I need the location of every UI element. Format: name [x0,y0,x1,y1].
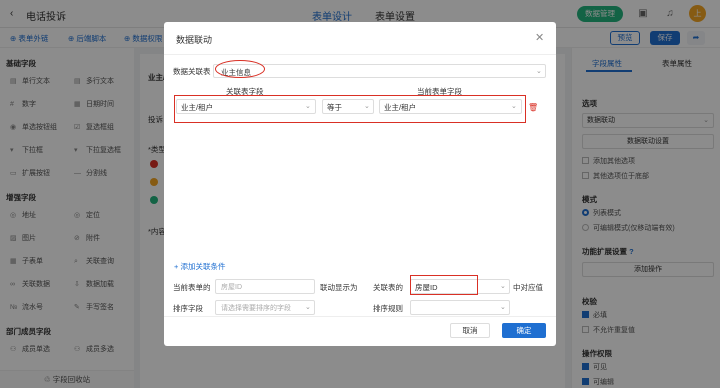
confirm-button[interactable]: 确定 [502,323,546,338]
current-table-prefix: 当前表单的 [173,283,211,292]
corresponding-label: 中对应值 [513,283,543,292]
dialog-divider [164,54,556,55]
current-field-placeholder: 房屋ID [221,284,242,291]
data-linkage-dialog: 数据联动 ✕ 数据关联表 业主信息 ⌄ 关联表字段 当前表单字段 业主/租户 ⌄… [164,22,556,346]
annotation-ellipse [215,60,265,78]
sort-field-label: 排序字段 [173,304,203,313]
sort-field-placeholder: 请选择需要排序的字段 [221,305,291,312]
trash-icon[interactable]: 🗑 [528,103,538,112]
annotation-rect-field [410,275,478,295]
dialog-title: 数据联动 [176,35,213,45]
assoc-table-of-label: 关联表的 [373,283,403,292]
sort-rule-label: 排序规则 [373,304,403,313]
add-condition-link[interactable]: + 添加关联条件 [174,261,225,272]
dialog-footer-divider [164,316,556,317]
sort-rule-select[interactable]: ⌄ [410,300,510,315]
sort-field-select[interactable]: 请选择需要排序的字段 ⌄ [215,300,315,315]
chevron-down-icon: ⌄ [500,283,506,290]
assoc-table-label: 数据关联表 [173,67,211,76]
annotation-rect-mapping [174,95,526,123]
linked-display-label: 联动显示为 [320,283,358,292]
chevron-down-icon: ⌄ [500,304,506,311]
cancel-button[interactable]: 取消 [450,323,490,338]
current-field-input[interactable]: 房屋ID [215,279,315,294]
close-icon[interactable]: ✕ [535,31,544,44]
chevron-down-icon: ⌄ [305,304,311,311]
chevron-down-icon: ⌄ [536,68,542,75]
